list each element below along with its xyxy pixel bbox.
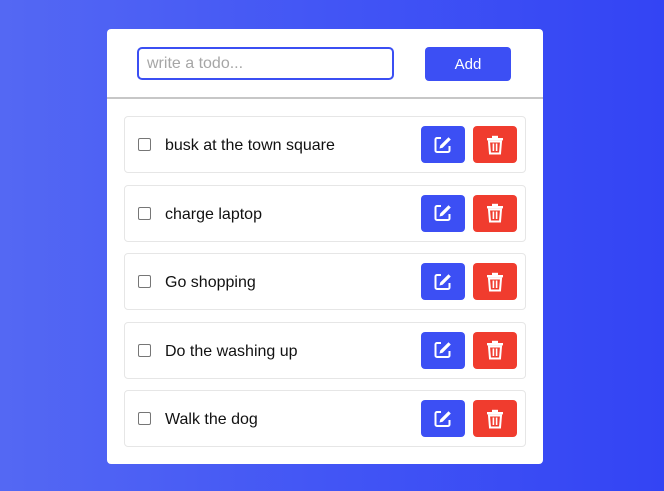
- delete-button[interactable]: [473, 400, 517, 437]
- todo-input[interactable]: [137, 47, 394, 80]
- todo-list: busk at the town square charge laptop Go…: [124, 116, 526, 459]
- todo-checkbox[interactable]: [138, 412, 151, 425]
- todo-checkbox[interactable]: [138, 275, 151, 288]
- todo-header: Add: [107, 29, 543, 99]
- delete-button[interactable]: [473, 126, 517, 163]
- todo-label: charge laptop: [165, 205, 262, 223]
- todo-item: busk at the town square: [124, 116, 526, 173]
- trash-icon: [486, 135, 504, 155]
- todo-checkbox[interactable]: [138, 206, 151, 220]
- edit-icon: [433, 135, 453, 155]
- trash-icon: [486, 340, 504, 360]
- edit-button[interactable]: [421, 400, 465, 437]
- trash-icon: [486, 409, 504, 429]
- trash-icon: [486, 272, 504, 292]
- edit-icon: [433, 340, 453, 360]
- todo-label: Do the washing up: [165, 342, 298, 360]
- todo-item: Walk the dog: [124, 390, 526, 447]
- edit-icon: [433, 409, 453, 429]
- todo-label: Go shopping: [165, 274, 256, 291]
- edit-icon: [433, 272, 453, 292]
- edit-button[interactable]: [421, 194, 465, 232]
- todo-item: Do the washing up: [124, 321, 526, 379]
- edit-button[interactable]: [421, 331, 465, 369]
- trash-icon: [486, 203, 504, 223]
- todo-card: Add busk at the town square: [107, 29, 543, 464]
- edit-button[interactable]: [421, 263, 465, 300]
- delete-button[interactable]: [473, 263, 517, 300]
- delete-button[interactable]: [473, 194, 517, 232]
- todo-item: charge laptop: [124, 184, 526, 242]
- todo-checkbox[interactable]: [138, 343, 151, 357]
- delete-button[interactable]: [473, 331, 517, 369]
- edit-button[interactable]: [421, 126, 465, 163]
- todo-label: busk at the town square: [165, 137, 335, 154]
- add-button[interactable]: Add: [425, 47, 511, 81]
- edit-icon: [433, 203, 453, 223]
- todo-item: Go shopping: [124, 253, 526, 310]
- todo-label: Walk the dog: [165, 411, 258, 428]
- todo-checkbox[interactable]: [138, 138, 151, 151]
